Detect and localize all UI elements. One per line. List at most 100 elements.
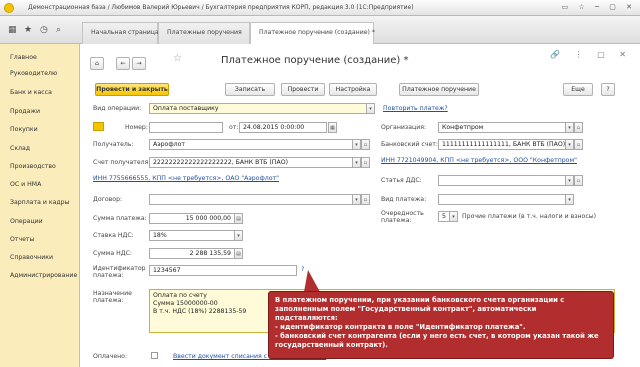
- tab-home[interactable]: Начальная страница: [82, 22, 159, 44]
- callout-line-1: В платежном поручении, при указании банк…: [275, 296, 565, 304]
- sidebar-item-warehouse[interactable]: Склад: [10, 145, 30, 152]
- callout-line-6: государственный контракт).: [275, 341, 388, 349]
- priority-label-text: Очередность платежа:: [381, 210, 424, 224]
- home-button[interactable]: ⌂: [90, 57, 104, 70]
- post-button[interactable]: Провести: [281, 83, 325, 96]
- forward-button[interactable]: →: [132, 57, 146, 70]
- number-label: Номер:: [125, 124, 148, 131]
- bank-acc-dropdown-icon[interactable]: ▾: [565, 139, 574, 150]
- org-label: Организация:: [381, 124, 427, 131]
- dds-dropdown-icon[interactable]: ▾: [565, 175, 574, 186]
- dds-field[interactable]: [438, 175, 566, 186]
- recipient-acc-dropdown-icon[interactable]: ▾: [352, 157, 361, 168]
- paid-checkbox[interactable]: [151, 352, 158, 359]
- menu-grid-icon[interactable]: ▦: [8, 25, 17, 35]
- sidebar-item-admin[interactable]: Администрирование: [10, 272, 77, 279]
- favorites-star-icon[interactable]: ★: [24, 25, 32, 35]
- help-button[interactable]: ?: [601, 83, 615, 96]
- tab-payment-order-new[interactable]: Платежное поручение (создание) *: [250, 22, 375, 45]
- sidebar-item-operations[interactable]: Операции: [10, 218, 43, 225]
- callout-line-5: - банковский счет контрагента (если у не…: [275, 332, 599, 340]
- payment-type-field[interactable]: [438, 194, 566, 205]
- sidebar-item-bank[interactable]: Банк и касса: [10, 89, 52, 96]
- amount-field[interactable]: 15 000 000,00: [149, 213, 235, 224]
- sidebar-item-assets[interactable]: ОС и НМА: [10, 181, 41, 188]
- purpose-label: Назначение платежа:: [93, 290, 132, 304]
- vat-calculator-icon[interactable]: ▤: [234, 248, 243, 259]
- org-field[interactable]: Конфетпром: [438, 122, 566, 133]
- org-open-icon[interactable]: ▫: [574, 122, 583, 133]
- sidebar-item-main[interactable]: Главное: [10, 54, 37, 61]
- repeat-payment-link[interactable]: Повторить платеж?: [383, 105, 448, 112]
- op-type-label: Вид операции:: [93, 105, 142, 112]
- window-titlebar: Демонстрационная база / Любимов Валерий …: [0, 0, 640, 16]
- dds-label: Статья ДДС:: [381, 177, 422, 184]
- form-window-controls[interactable]: 🔗 ⋮ ▢ ✕: [550, 50, 632, 59]
- chevron-down-icon[interactable]: ▾: [366, 103, 375, 114]
- window-title: Демонстрационная база / Любимов Валерий …: [28, 4, 414, 11]
- favorite-star-icon[interactable]: ☆: [173, 53, 182, 64]
- vat-rate-field[interactable]: 18%: [149, 230, 235, 241]
- sidebar-item-production[interactable]: Производство: [10, 163, 56, 170]
- vat-amount-label: Сумма НДС:: [93, 250, 132, 257]
- payment-type-label: Вид платежа:: [381, 196, 427, 203]
- sidebar: Главное Руководителю Банк и касса Продаж…: [0, 44, 80, 367]
- info-callout: В платежном поручении, при указании банк…: [268, 291, 614, 359]
- recipient-acc-field[interactable]: 22222222222222222222, БАНК ВТБ (ПАО): [149, 157, 353, 168]
- payment-type-dropdown-icon[interactable]: ▾: [565, 194, 574, 205]
- callout-line-4: - идентификатор контракта в поле "Иденти…: [275, 323, 526, 331]
- bank-acc-label: Банковский счет:: [381, 141, 438, 148]
- tab-payment-orders[interactable]: Платежные поручения: [158, 22, 250, 44]
- priority-dropdown-icon[interactable]: ▾: [449, 211, 458, 222]
- post-and-close-button[interactable]: Провести и закрыть: [95, 83, 169, 96]
- calendar-icon[interactable]: ▦: [328, 122, 337, 133]
- payment-id-label: Идентификатор платежа:: [93, 265, 146, 279]
- recipient-acc-label: Счет получателя:: [93, 159, 151, 166]
- vat-rate-label: Ставка НДС:: [93, 232, 134, 239]
- date-field[interactable]: 24.08.2015 0:00:00: [239, 122, 327, 133]
- contract-dropdown-icon[interactable]: ▾: [352, 194, 361, 205]
- op-type-field[interactable]: Оплата поставщику: [149, 103, 371, 114]
- print-payment-order-button[interactable]: Платежное поручение: [399, 83, 479, 96]
- sidebar-item-purchases[interactable]: Покупки: [10, 126, 38, 133]
- search-icon[interactable]: ⌕: [56, 25, 61, 35]
- more-button[interactable]: Еще: [563, 83, 593, 96]
- sidebar-item-manager[interactable]: Руководителю: [10, 70, 57, 77]
- callout-line-2: заполненным полем "Государственный контр…: [275, 305, 537, 313]
- window-controls[interactable]: ▭ ☆ ─ ▢ ✕: [562, 3, 636, 11]
- bank-acc-open-icon[interactable]: ▫: [574, 139, 583, 150]
- recipient-dropdown-icon[interactable]: ▾: [352, 139, 361, 150]
- recipient-open-icon[interactable]: ▫: [361, 139, 370, 150]
- document-icon: [93, 122, 104, 131]
- dds-open-icon[interactable]: ▫: [574, 175, 583, 186]
- recipient-inn-link[interactable]: ИНН 7755666555, КПП <не требуется>, ОАО …: [93, 175, 279, 182]
- calculator-icon[interactable]: ▤: [234, 213, 243, 224]
- back-button[interactable]: ←: [116, 57, 130, 70]
- section-toolbar: ▦ ★ ◷ ⌕ Начальная страница Платежные пор…: [0, 16, 640, 45]
- callout-pointer: [304, 270, 320, 292]
- priority-hint: Прочие платежи (в т.ч. налоги и взносы): [462, 213, 597, 220]
- app-logo-icon: [4, 3, 14, 13]
- sidebar-item-catalogs[interactable]: Справочники: [10, 254, 53, 261]
- history-clock-icon[interactable]: ◷: [40, 25, 48, 35]
- vat-amount-field[interactable]: 2 288 135,59: [149, 248, 235, 259]
- recipient-field[interactable]: Аэрофлот: [149, 139, 353, 150]
- contract-field[interactable]: [149, 194, 353, 205]
- org-inn-link[interactable]: ИНН 7721049904, КПП <не требуется>, ООО …: [381, 157, 577, 164]
- save-button[interactable]: Записать: [225, 83, 275, 96]
- vat-rate-dropdown-icon[interactable]: ▾: [234, 230, 243, 241]
- number-field[interactable]: [149, 122, 223, 133]
- sidebar-item-sales[interactable]: Продажи: [10, 108, 40, 115]
- org-dropdown-icon[interactable]: ▾: [565, 122, 574, 133]
- sidebar-item-reports[interactable]: Отчеты: [10, 236, 34, 243]
- priority-label: Очередность платежа:: [381, 210, 424, 224]
- settings-button[interactable]: Настройка: [329, 83, 377, 96]
- recipient-acc-open-icon[interactable]: ▫: [361, 157, 370, 168]
- sidebar-item-salary[interactable]: Зарплата и кадры: [10, 199, 69, 206]
- bank-acc-field[interactable]: 11111111111111111, БАНК ВТБ (ПАО): [438, 139, 566, 150]
- payment-id-field[interactable]: 1234567: [149, 265, 297, 276]
- page-title: Платежное поручение (создание) *: [221, 55, 409, 66]
- callout-line-3: подставляются:: [275, 314, 338, 322]
- contract-open-icon[interactable]: ▫: [361, 194, 370, 205]
- recipient-label: Получатель:: [93, 141, 134, 148]
